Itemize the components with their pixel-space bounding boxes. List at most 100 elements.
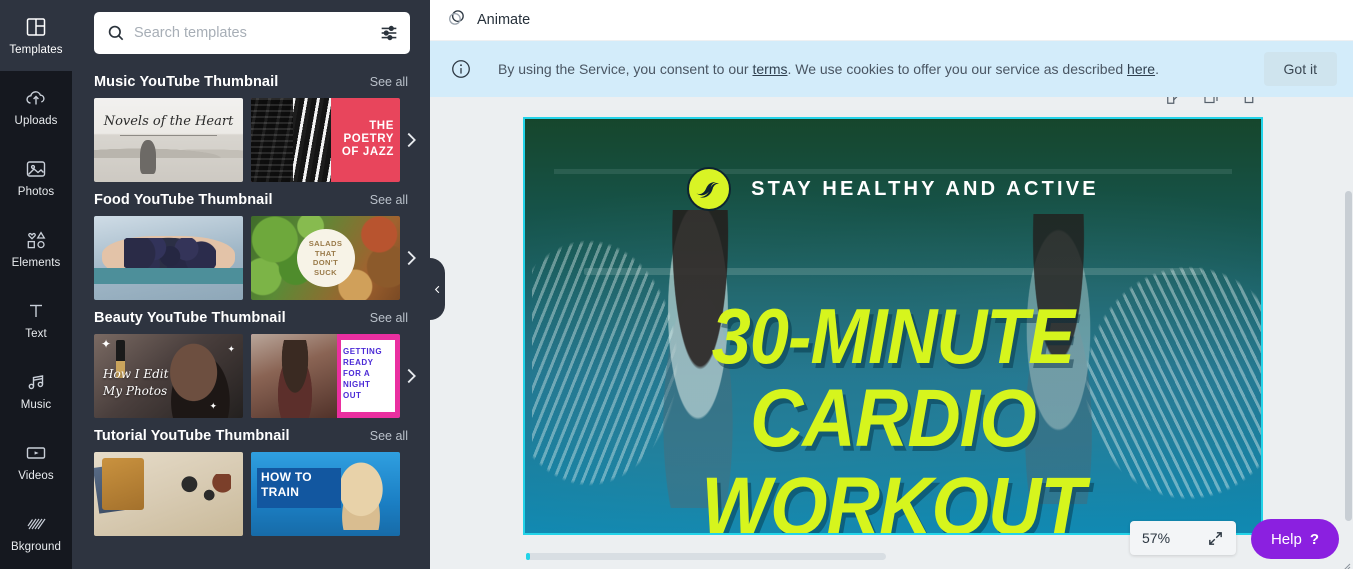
search-input[interactable] bbox=[134, 25, 370, 41]
sidebar-item-label: Bkground bbox=[10, 541, 62, 553]
sidebar-item-text[interactable]: Text bbox=[0, 284, 72, 355]
section-title: Music YouTube Thumbnail bbox=[94, 74, 279, 90]
template-card-novels-of-the-heart[interactable]: Novels of the Heart bbox=[94, 98, 243, 182]
sidebar-item-videos[interactable]: Videos bbox=[0, 426, 72, 497]
help-button-label: Help bbox=[1270, 530, 1302, 548]
design-canvas[interactable]: STAY HEALTHY AND ACTIVE 30-MINUTE CARDIO… bbox=[523, 117, 1263, 535]
sidebar-item-label: Uploads bbox=[14, 115, 58, 127]
section-header: Beauty YouTube Thumbnail See all bbox=[72, 300, 430, 334]
search-bar[interactable] bbox=[94, 12, 410, 54]
template-section: Food YouTube Thumbnail See all SALADS THA… bbox=[72, 182, 430, 300]
left-nav-rail: Templates Uploads Photos Elements Text M… bbox=[0, 0, 72, 569]
templates-icon bbox=[24, 15, 48, 39]
help-question-mark: ? bbox=[1309, 530, 1319, 548]
template-card-row: SALADS THAT DON'T SUCK bbox=[72, 216, 430, 300]
here-link[interactable]: here bbox=[1127, 61, 1155, 77]
template-card-poetry-of-jazz[interactable]: THE POETRY OF JAZZ bbox=[251, 98, 400, 182]
canva-editor-window: Templates Uploads Photos Elements Text M… bbox=[0, 0, 1353, 569]
carousel-next-icon[interactable] bbox=[400, 129, 422, 151]
carousel-next-icon[interactable] bbox=[400, 247, 422, 269]
template-card-row: Novels of the Heart THE POETRY OF JAZZ bbox=[72, 98, 430, 182]
video-icon bbox=[24, 441, 48, 465]
see-all-link[interactable]: See all bbox=[370, 429, 408, 443]
template-card-how-to-train[interactable]: HOW TO TRAIN bbox=[251, 452, 400, 536]
thumbnail-text: Novels of the Heart bbox=[103, 114, 234, 129]
see-all-link[interactable]: See all bbox=[370, 311, 408, 325]
thumbnail-text: HOW TO TRAIN bbox=[261, 470, 312, 499]
expand-arrows-icon[interactable] bbox=[1207, 530, 1224, 547]
filter-sliders-icon[interactable] bbox=[378, 22, 400, 44]
template-card-how-i-edit-my-photos[interactable]: ✦ ✦ ✦ How I Edit My Photos bbox=[94, 334, 243, 418]
animate-circles-icon[interactable] bbox=[446, 7, 467, 33]
canvas-tagline: STAY HEALTHY AND ACTIVE bbox=[751, 177, 1099, 200]
zoom-level-value: 57% bbox=[1142, 530, 1171, 546]
sidebar-item-music[interactable]: Music bbox=[0, 355, 72, 426]
sidebar-item-label: Photos bbox=[17, 186, 55, 198]
vertical-scrollbar[interactable] bbox=[1345, 191, 1352, 521]
template-section: Beauty YouTube Thumbnail See all ✦ ✦ ✦ H… bbox=[72, 300, 430, 418]
got-it-button[interactable]: Got it bbox=[1263, 52, 1337, 86]
music-note-icon bbox=[24, 370, 48, 394]
carousel-next-icon[interactable] bbox=[400, 365, 422, 387]
cookie-text-part-3: . bbox=[1155, 61, 1159, 77]
cookie-banner-text: By using the Service, you consent to our… bbox=[498, 61, 1264, 77]
thumbnail-text: GETTING READY FOR A NIGHT OUT bbox=[343, 347, 383, 400]
sidebar-item-uploads[interactable]: Uploads bbox=[0, 71, 72, 142]
headline-line-2: CARDIO WORKOUT bbox=[701, 373, 1085, 534]
sidebar-item-templates[interactable]: Templates bbox=[0, 0, 72, 71]
thumbnail-text: How I Edit My Photos bbox=[103, 367, 169, 398]
template-card-getting-ready-night-out[interactable]: GETTING READY FOR A NIGHT OUT bbox=[251, 334, 400, 418]
sidebar-item-label: Videos bbox=[18, 470, 54, 482]
search-area bbox=[72, 0, 430, 54]
template-section: Tutorial YouTube Thumbnail See all HOW T… bbox=[72, 418, 430, 536]
section-header: Music YouTube Thumbnail See all bbox=[72, 64, 430, 98]
sidebar-item-label: Text bbox=[25, 328, 47, 340]
search-icon bbox=[106, 23, 126, 43]
horizontal-scrollbar-thumb[interactable] bbox=[526, 553, 530, 560]
sidebar-item-label: Elements bbox=[11, 257, 61, 269]
cookie-text-part-1: By using the Service, you consent to our bbox=[498, 61, 753, 77]
templates-panel: Music YouTube Thumbnail See all Novels o… bbox=[72, 0, 430, 569]
terms-link[interactable]: terms bbox=[752, 61, 787, 77]
sidebar-item-label: Music bbox=[20, 399, 52, 411]
wave-logo-icon bbox=[687, 167, 732, 211]
template-card-salads-that-dont-suck[interactable]: SALADS THAT DON'T SUCK bbox=[251, 216, 400, 300]
info-circle-icon bbox=[450, 58, 472, 80]
background-hatch-icon bbox=[24, 512, 48, 536]
brand-row: STAY HEALTHY AND ACTIVE bbox=[525, 167, 1261, 211]
help-button[interactable]: Help ? bbox=[1250, 519, 1339, 559]
sidebar-item-background[interactable]: Bkground bbox=[0, 497, 72, 568]
zoom-control[interactable]: 57% bbox=[1130, 521, 1236, 555]
text-icon bbox=[24, 299, 48, 323]
horizontal-scrollbar[interactable] bbox=[526, 553, 886, 560]
photo-icon bbox=[24, 157, 48, 181]
sidebar-item-elements[interactable]: Elements bbox=[0, 213, 72, 284]
upload-cloud-icon bbox=[24, 86, 48, 110]
sidebar-item-label: Templates bbox=[9, 44, 63, 56]
template-section: Music YouTube Thumbnail See all Novels o… bbox=[72, 64, 430, 182]
thumbnail-text: THE POETRY OF JAZZ bbox=[341, 120, 394, 158]
see-all-link[interactable]: See all bbox=[370, 193, 408, 207]
template-card-row: HOW TO TRAIN bbox=[72, 452, 430, 536]
section-header: Tutorial YouTube Thumbnail See all bbox=[72, 418, 430, 452]
template-sections: Music YouTube Thumbnail See all Novels o… bbox=[72, 64, 430, 536]
headline-line-1: 30-MINUTE bbox=[711, 292, 1075, 380]
cookie-text-part-2: . We use cookies to offer you our servic… bbox=[787, 61, 1128, 77]
window-resize-grip[interactable] bbox=[1341, 558, 1351, 569]
chevron-left-icon bbox=[434, 285, 440, 293]
shapes-icon bbox=[24, 228, 48, 252]
cookie-consent-banner: By using the Service, you consent to our… bbox=[430, 41, 1353, 97]
canvas-area: STAY HEALTHY AND ACTIVE 30-MINUTE CARDIO… bbox=[430, 41, 1353, 569]
section-header: Food YouTube Thumbnail See all bbox=[72, 182, 430, 216]
template-card-blueberries[interactable] bbox=[94, 216, 243, 300]
canvas-headline: 30-MINUTE CARDIO WORKOUT bbox=[525, 297, 1261, 533]
animate-button-label[interactable]: Animate bbox=[477, 12, 530, 28]
see-all-link[interactable]: See all bbox=[370, 75, 408, 89]
editor-area: Animate STAY HEALTHY AND ACTIVE 30-MINUT… bbox=[430, 0, 1353, 569]
collapse-panel-handle[interactable] bbox=[430, 258, 445, 320]
sidebar-item-photos[interactable]: Photos bbox=[0, 142, 72, 213]
section-title: Beauty YouTube Thumbnail bbox=[94, 310, 286, 326]
template-card-desk-flatlay[interactable] bbox=[94, 452, 243, 536]
section-title: Food YouTube Thumbnail bbox=[94, 192, 273, 208]
thumbnail-text: SALADS THAT DON'T SUCK bbox=[308, 239, 343, 277]
